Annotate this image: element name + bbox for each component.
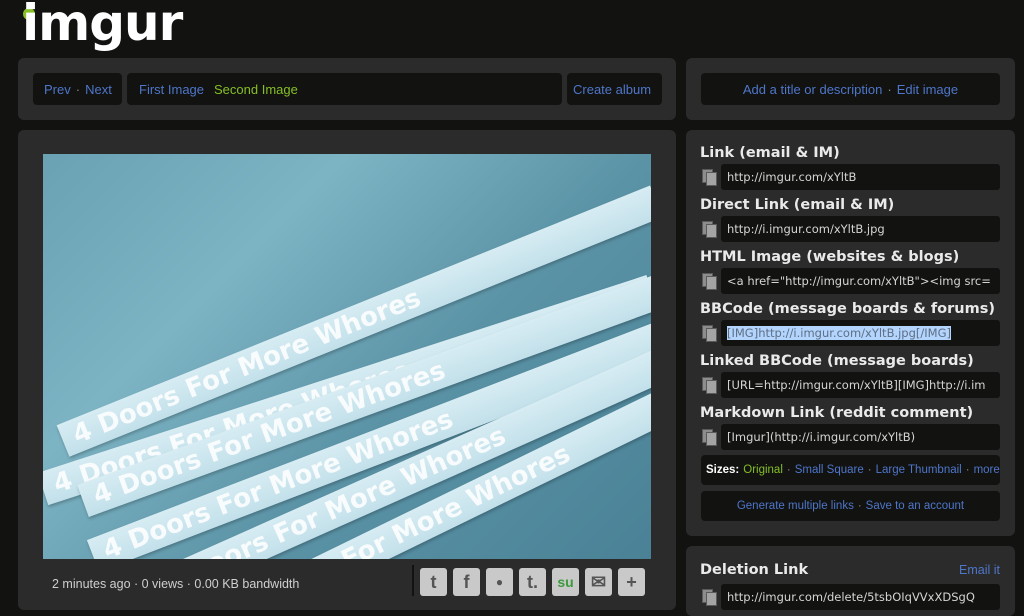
linked-bbcode-label: Linked BBCode (message boards) [700, 353, 974, 369]
sizes-bar: Sizes: Original · Small Square · Large T… [701, 455, 1000, 485]
link-input[interactable]: http://imgur.com/xYltB [721, 164, 1000, 190]
actions-separator: · [857, 500, 862, 512]
email-it-link[interactable]: Email it [959, 563, 1000, 577]
copy-icon[interactable] [702, 429, 717, 446]
html-image-input[interactable]: <a href="http://imgur.com/xYltB"><img sr… [721, 268, 1000, 294]
imgur-logo[interactable]: imgur [22, 0, 183, 52]
link-actions-bar: Generate multiple links · Save to an acc… [701, 491, 1000, 521]
stumbleupon-icon[interactable]: su [552, 568, 579, 596]
sizes-separator: · [965, 464, 970, 476]
html-image-field: <a href="http://imgur.com/xYltB"><img sr… [700, 268, 1000, 294]
direct-link-input[interactable]: http://i.imgur.com/xYltB.jpg [721, 216, 1000, 242]
prev-next-bar: Prev · Next [33, 73, 122, 105]
image-nav-panel: Prev · Next First Image Second Image Cre… [18, 58, 676, 120]
deletion-link-label: Deletion Link [700, 562, 809, 578]
copy-icon[interactable] [702, 325, 717, 342]
direct-link-label: Direct Link (email & IM) [700, 197, 895, 213]
copy-icon[interactable] [702, 221, 717, 238]
generate-multiple-links[interactable]: Generate multiple links [737, 500, 854, 512]
reddit-glyph: ● [495, 575, 504, 589]
add-title-link[interactable]: Add a title or description [743, 82, 882, 97]
tumblr-icon[interactable]: t. [519, 568, 546, 596]
second-image-current: Second Image [214, 81, 298, 97]
image-tabs-bar: First Image Second Image [127, 73, 562, 105]
markdown-input[interactable]: [Imgur](http://i.imgur.com/xYltB) [721, 424, 1000, 450]
linked-bbcode-input[interactable]: [URL=http://imgur.com/xYltB][IMG]http://… [721, 372, 1000, 398]
deletion-panel: Deletion Link Email it http://imgur.com/… [686, 546, 1015, 616]
deletion-field: http://imgur.com/delete/5tsbOIqVVxXDSgQ [700, 584, 1000, 610]
size-original-current: Original [743, 464, 783, 476]
meta-separator: · [887, 81, 892, 97]
markdown-field: [Imgur](http://i.imgur.com/xYltB) [700, 424, 1000, 450]
copy-icon[interactable] [702, 589, 717, 606]
direct-link-field: http://i.imgur.com/xYltB.jpg [700, 216, 1000, 242]
copy-icon[interactable] [702, 377, 717, 394]
link-field: http://imgur.com/xYltB [700, 164, 1000, 190]
twitter-glyph: t [430, 572, 437, 592]
first-image-link[interactable]: First Image [139, 82, 204, 97]
facebook-icon[interactable]: f [453, 568, 480, 596]
create-album-link[interactable]: Create album [573, 82, 651, 97]
html-image-label: HTML Image (websites & blogs) [700, 249, 960, 265]
sizes-label: Sizes: [706, 464, 740, 476]
nav-separator: · [75, 81, 81, 97]
stumbleupon-glyph: su [557, 574, 574, 590]
facebook-glyph: f [463, 572, 470, 592]
stats-divider [412, 565, 414, 596]
size-large-thumbnail-link[interactable]: Large Thumbnail [876, 464, 962, 476]
size-small-square-link[interactable]: Small Square [795, 464, 864, 476]
bbcode-label: BBCode (message boards & forums) [700, 301, 995, 317]
image-stats: 2 minutes ago · 0 views · 0.00 KB bandwi… [52, 577, 300, 591]
bbcode-field: [IMG]http://i.imgur.com/xYltB.jpg[/IMG] [700, 320, 1000, 346]
bbcode-input[interactable]: [IMG]http://i.imgur.com/xYltB.jpg[/IMG] [721, 320, 1000, 346]
twitter-icon[interactable]: t [420, 568, 447, 596]
link-label: Link (email & IM) [700, 145, 840, 161]
title-edit-bar: Add a title or description · Edit image [701, 73, 1000, 105]
tumblr-glyph: t. [527, 572, 538, 592]
logo-text: imgur [22, 0, 183, 52]
save-to-account-link[interactable]: Save to an account [866, 500, 964, 512]
deletion-input[interactable]: http://imgur.com/delete/5tsbOIqVVxXDSgQ [721, 584, 1000, 610]
reddit-icon[interactable]: ● [486, 568, 513, 596]
email-icon[interactable]: ✉ [585, 568, 612, 596]
image-meta-panel: Add a title or description · Edit image [686, 58, 1015, 120]
prev-link[interactable]: Prev [44, 82, 71, 97]
next-link[interactable]: Next [85, 82, 112, 97]
create-album-bar: Create album [567, 73, 662, 105]
copy-icon[interactable] [702, 273, 717, 290]
uploaded-image[interactable]: 4 Doors For More Whores 4 Doors For More… [43, 154, 651, 559]
linked-bbcode-field: [URL=http://imgur.com/xYltB][IMG]http://… [700, 372, 1000, 398]
email-glyph: ✉ [590, 572, 607, 592]
edit-image-link[interactable]: Edit image [897, 82, 958, 97]
sizes-separator: · [867, 464, 872, 476]
copy-icon[interactable] [702, 169, 717, 186]
bbcode-selected-text: [IMG]http://i.imgur.com/xYltB.jpg[/IMG] [727, 326, 951, 340]
markdown-label: Markdown Link (reddit comment) [700, 405, 974, 421]
sizes-separator: · [786, 464, 791, 476]
more-icon[interactable]: + [618, 568, 645, 596]
more-glyph: + [626, 572, 637, 592]
share-links-panel: Link (email & IM) http://imgur.com/xYltB… [686, 130, 1015, 536]
size-more-link[interactable]: more [974, 464, 1000, 476]
